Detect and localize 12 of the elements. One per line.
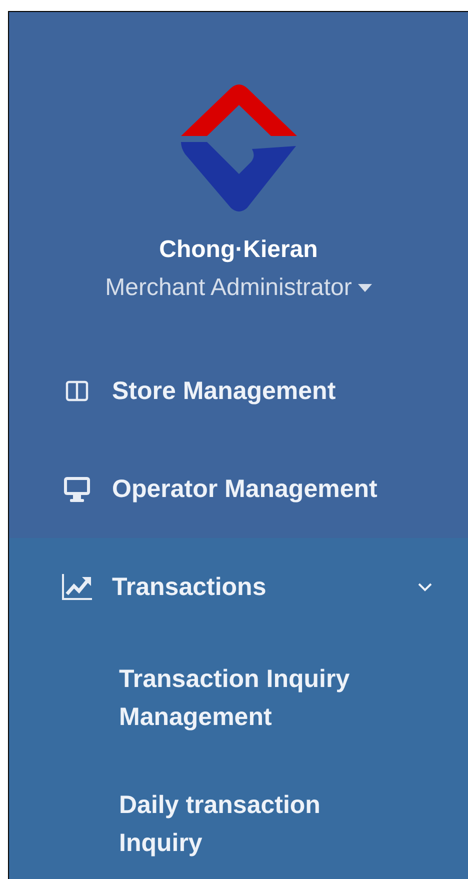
user-name: Chong·Kieran	[159, 235, 318, 265]
submenu-item[interactable]: Transaction Inquiry Management	[119, 636, 468, 762]
caret-icon	[358, 284, 372, 292]
columns-icon	[65, 379, 89, 403]
monitor-icon	[63, 476, 91, 502]
chevron-down-icon	[418, 582, 432, 592]
submenu-item[interactable]: Daily transaction Inquiry	[119, 762, 468, 879]
role-dropdown[interactable]: Merchant Administrator	[105, 270, 372, 306]
menu-item[interactable]: Operator Management	[9, 440, 468, 538]
menu-item[interactable]: Store Management	[9, 342, 468, 440]
line-chart-icon	[61, 573, 93, 601]
menu-item[interactable]: Transactions	[9, 538, 468, 636]
